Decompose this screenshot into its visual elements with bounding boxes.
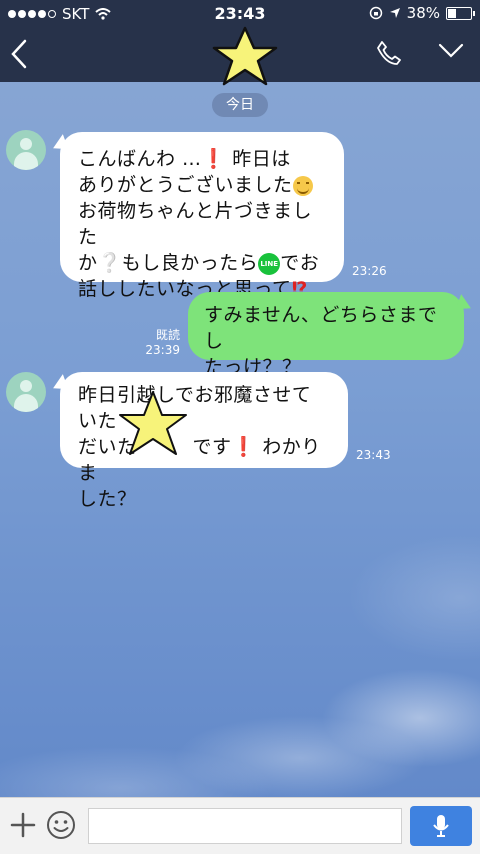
message-line: した？ [78, 488, 137, 510]
chevron-left-icon[interactable] [10, 39, 28, 69]
avatar[interactable] [6, 130, 46, 170]
plus-icon[interactable] [10, 812, 36, 838]
exclamation-icon: ❗ [201, 148, 226, 170]
message-line: ありがとうございました [78, 172, 326, 198]
message-meta: 既読 23:39 [142, 328, 180, 358]
location-arrow-icon [389, 8, 400, 18]
message-line: か❔もし良かったら LINE でお [78, 252, 320, 275]
message-input-bar [0, 797, 480, 854]
chevron-down-icon[interactable] [438, 43, 464, 59]
battery-icon [446, 6, 475, 20]
message-bubble-outgoing[interactable]: すみません、どちらさまでし たっけ？？ [188, 292, 464, 378]
microphone-icon [433, 815, 449, 837]
battery-fill [448, 8, 456, 18]
avatar[interactable] [6, 372, 46, 412]
message-time: 23:26 [352, 264, 387, 278]
voice-button[interactable] [410, 806, 472, 846]
message-line: こんばんわ …❗ 昨日は [78, 148, 291, 170]
status-right: 38% [369, 4, 475, 22]
phone-icon[interactable] [376, 40, 402, 66]
message-time: 23:39 [145, 343, 180, 357]
read-receipt: 既読 [155, 328, 180, 342]
date-separator: 今日 [212, 93, 268, 117]
star-sticker-icon [212, 26, 278, 86]
chat-header [0, 26, 480, 86]
message-bubble-incoming[interactable]: 昨日引越しでお邪魔させていた だいた です❗ わかりま した？ [60, 372, 348, 510]
question-icon: ❔ [97, 252, 122, 274]
line-app-icon: LINE [258, 252, 281, 275]
message-line: すみません、どちらさまでし [204, 304, 438, 352]
star-sticker-icon [119, 391, 187, 455]
exclamation-icon: ❗ [231, 436, 256, 458]
emoji-icon[interactable] [46, 810, 76, 840]
message-input[interactable] [88, 808, 402, 844]
rotation-lock-icon [369, 6, 382, 20]
smiling-face-icon [292, 175, 313, 196]
background-clouds [0, 468, 480, 798]
message-line: お荷物ちゃんと片づきました [78, 200, 313, 248]
battery-percent: 38% [406, 4, 440, 22]
message-bubble-incoming[interactable]: こんばんわ …❗ 昨日は ありがとうございました お荷物ちゃんと片づきました か… [60, 132, 344, 300]
message-time: 23:43 [356, 448, 391, 462]
